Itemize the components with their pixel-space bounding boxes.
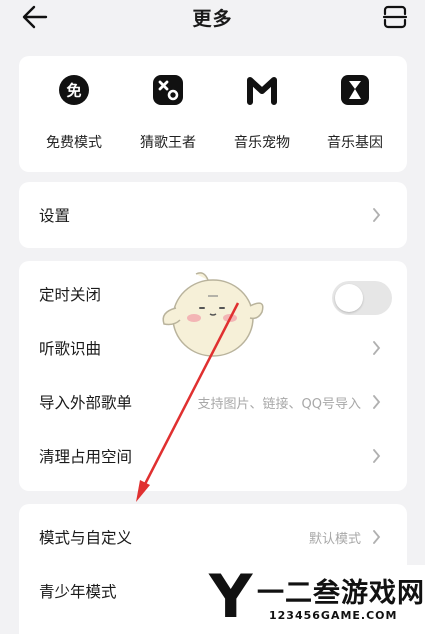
free-mode-glyph: 免 [66,82,81,100]
mode-custom-hint: 默认模式 [308,532,361,547]
chevron-right-icon [373,395,381,409]
mascot-illustration [162,272,264,357]
feature-music-gene[interactable]: 音乐基因 [310,74,400,152]
dice-icon [153,75,183,105]
watermark-url: 123456GAME.COM [269,609,398,622]
feature-guess-song[interactable]: 猜歌王者 [123,74,213,152]
teen-mode-label: 青少年模式 [39,583,117,601]
m-logo-icon [247,77,277,105]
timer-off-label: 定时关闭 [39,286,102,304]
clean-space-label: 清理占用空间 [39,448,133,466]
top-bar: 更多 [0,0,425,36]
page-title: 更多 [192,8,233,30]
feature-grid: 免 免费模式 猜歌王者 音乐宠物 音乐基因 [19,56,407,172]
clean-space-row[interactable]: 清理占用空间 [19,429,407,483]
timer-off-toggle[interactable] [332,281,392,315]
chevron-right-icon [373,208,381,222]
chevron-right-icon [373,341,381,355]
settings-card: 设置 [19,182,407,248]
watermark-letter: Y [209,562,253,632]
feature-music-pet[interactable]: 音乐宠物 [217,74,307,152]
hourglass-icon [341,75,369,105]
settings-row[interactable]: 设置 [19,182,407,248]
feature-label: 音乐基因 [327,135,383,151]
toggle-knob [335,284,363,312]
import-playlist-hint: 支持图片、链接、QQ号导入 [197,397,361,412]
song-recognition-label: 听歌识曲 [39,340,102,358]
free-mode-icon: 免 [59,75,89,105]
import-playlist-row[interactable]: 导入外部歌单 支持图片、链接、QQ号导入 [19,375,407,429]
import-playlist-label: 导入外部歌单 [39,394,133,412]
feature-free-mode[interactable]: 免 免费模式 [29,74,119,152]
feature-label: 音乐宠物 [234,135,290,151]
chevron-right-icon [373,530,381,544]
chevron-right-icon [373,449,381,463]
scan-icon[interactable] [381,3,409,31]
site-watermark: Y 一二叁游戏网 123456GAME.COM [207,565,425,634]
watermark-brand: 一二叁游戏网 [257,578,425,609]
feature-label: 免费模式 [46,135,102,151]
settings-label: 设置 [39,207,71,225]
feature-label: 猜歌王者 [140,135,196,151]
mode-custom-label: 模式与自定义 [39,529,133,547]
mode-custom-row[interactable]: 模式与自定义 默认模式 [19,510,407,564]
